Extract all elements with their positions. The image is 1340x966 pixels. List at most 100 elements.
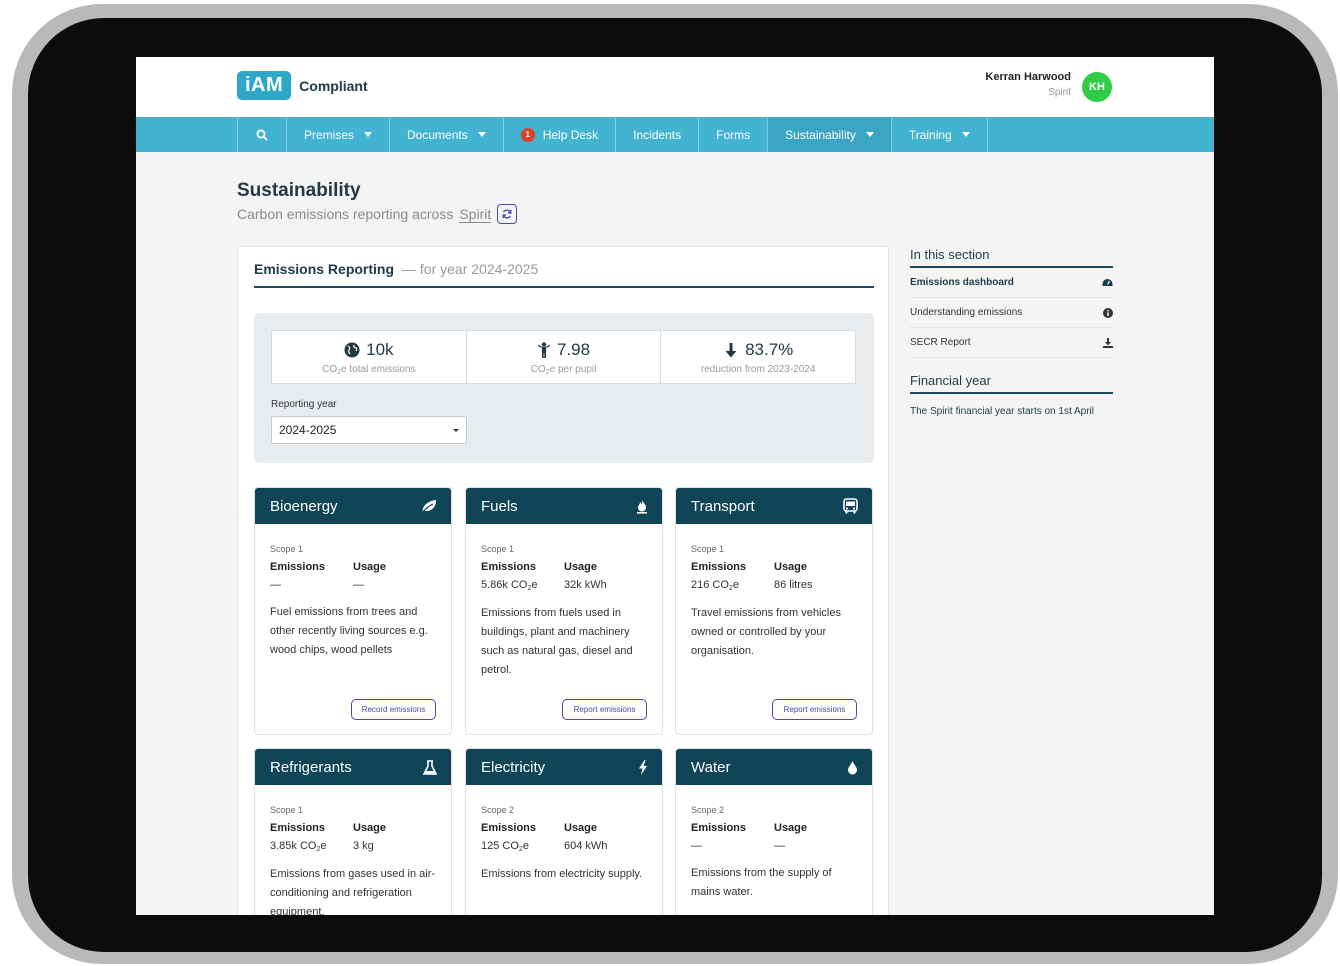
card-title: Electricity [481,758,546,776]
chevron-down-icon [865,132,874,137]
sidebar-item-understanding-emissions[interactable]: Understanding emissions [910,298,1113,328]
app-screen: iAM Compliant Kerran Harwood Spirit KH P… [136,57,1214,915]
emissions-value-post: e [320,840,327,852]
nav-training-label: Training [908,127,952,142]
nav-sustainability[interactable]: Sustainability [767,117,891,152]
stat-total-value: 10k [366,340,394,359]
card-description: Emissions from electricity supply. [481,868,643,880]
card-body: Scope 2 Emissions 125 CO2e Usage 604 kWh E… [466,785,662,884]
stats-row: 10k CO2e total emissions 7.98 CO2e per p… [271,330,856,384]
card-header: Fuels [466,488,662,524]
nav-incidents-label: Incidents [633,127,682,142]
stat-per-pupil-value: 7.98 [556,340,591,359]
nav-premises[interactable]: Premises [286,117,389,152]
nav-forms-label: Forms [716,127,751,142]
search-icon [256,129,268,141]
globe-icon [344,342,360,358]
scope-label: Scope 1 [270,805,304,815]
card-body: Scope 2 Emissions — Usage — Emissions from… [676,785,872,902]
stat-label-pre: CO [530,364,546,375]
refresh-icon [502,209,512,219]
nav-incidents[interactable]: Incidents [615,117,698,152]
emissions-panel: Emissions Reporting — for year 2024-2025… [237,246,889,915]
emissions-value: — [270,579,281,591]
nav-help-desk[interactable]: 1 Help Desk [502,117,615,152]
usage-heading: Usage [353,561,387,573]
scope-label: Scope 1 [481,544,515,554]
drop-icon [848,760,857,774]
logo[interactable]: iAM Compliant [237,71,368,100]
usage-heading: Usage [774,822,808,834]
user-info[interactable]: Kerran Harwood Spirit [985,71,1071,98]
dashboard-icon [1102,279,1113,286]
stat-reduction: 83.7% reduction from 2023-2024 [660,331,855,383]
card-body: Scope 1 Emissions 3.85k CO2e Usage 3 kg Em… [255,785,451,915]
report-emissions-button[interactable]: Report emissions [562,699,647,720]
usage-value: 86 litres [774,579,813,591]
card-bioenergy: Bioenergy Scope 1 Emissions — Usage — Fuel… [254,487,452,735]
main-nav: Premises Documents 1 Help Desk Incidents … [136,117,1214,152]
notification-badge: 1 [520,127,535,142]
avatar[interactable]: KH [1082,72,1112,102]
stat-total-emissions: 10k CO2e total emissions [272,331,466,383]
nav-search[interactable] [237,117,286,152]
sidebar-item-emissions-dashboard[interactable]: Emissions dashboard [910,268,1113,298]
nav-premises-label: Premises [304,127,355,142]
stat-reduction-label: reduction from 2023-2024 [700,364,816,375]
fuel-icon [637,499,647,514]
card-body: Scope 1 Emissions 216 CO2e Usage 86 litres… [676,524,872,661]
sidebar-item-label: SECR Report [910,337,971,348]
card-title: Transport [691,497,755,515]
emissions-value: 216 CO2e [691,579,774,592]
card-header: Refrigerants [255,749,451,785]
flask-icon [423,759,437,775]
usage-heading: Usage [564,561,598,573]
scope-label: Scope 1 [691,544,725,554]
emissions-value: — [691,840,702,852]
card-header: Water [676,749,872,785]
top-bar: iAM Compliant Kerran Harwood Spirit KH [136,57,1214,117]
nav-help-desk-label: Help Desk [542,127,599,142]
usage-value: 32k kWh [564,579,607,591]
report-emissions-button[interactable]: Report emissions [772,699,857,720]
nav-documents[interactable]: Documents [389,117,503,152]
usage-value: — [774,840,785,852]
arrow-down-icon [725,343,737,358]
stat-per-pupil: 7.98 CO2e per pupil [465,331,661,383]
stat-reduction-value: 83.7% [745,340,794,359]
emissions-value-pre: 216 CO [691,579,729,591]
card-title: Refrigerants [270,758,352,776]
emissions-heading: Emissions [691,561,747,573]
card-electricity: Electricity Scope 2 Emissions 125 CO2e Us… [465,748,663,915]
scope-label: Scope 2 [691,805,725,815]
emissions-value: 3.85k CO2e [270,840,353,853]
emissions-value-pre: 125 CO [481,840,519,852]
sidebar: In this section Emissions dashboard Unde… [910,247,1113,420]
panel-header: Emissions Reporting — for year 2024-2025 [254,261,874,288]
logo-badge: iAM [237,71,292,100]
emissions-value-pre: 5.86k CO [481,579,528,591]
sidebar-item-label: Emissions dashboard [910,277,1014,288]
chevron-down-icon [453,429,459,432]
nav-training[interactable]: Training [890,117,988,152]
bolt-icon [639,759,647,775]
stat-per-pupil-label: e per pupil [549,364,597,375]
card-fuels: Fuels Scope 1 Emissions 5.86k CO2e Usage 3… [465,487,663,735]
pupil-icon [537,341,550,358]
nav-forms[interactable]: Forms [698,117,767,152]
info-icon [1103,307,1113,318]
stats-box: 10k CO2e total emissions 7.98 CO2e per p… [254,313,874,463]
scope-label: Scope 1 [270,544,304,554]
reporting-year-value: 2024-2025 [279,423,337,437]
record-emissions-button[interactable]: Record emissions [351,699,436,720]
sidebar-section-title: In this section [910,247,1113,268]
reporting-year-select[interactable]: 2024-2025 [271,416,467,444]
emissions-heading: Emissions [481,561,537,573]
usage-value: 3 kg [353,840,374,852]
emissions-value-pre: 3.85k CO [270,840,317,852]
user-name: Kerran Harwood [985,71,1071,83]
sidebar-item-secr-report[interactable]: SECR Report [910,328,1113,358]
org-link[interactable]: Spirit [459,206,492,223]
nav-sustainability-label: Sustainability [785,127,856,142]
switch-org-button[interactable] [497,204,518,224]
